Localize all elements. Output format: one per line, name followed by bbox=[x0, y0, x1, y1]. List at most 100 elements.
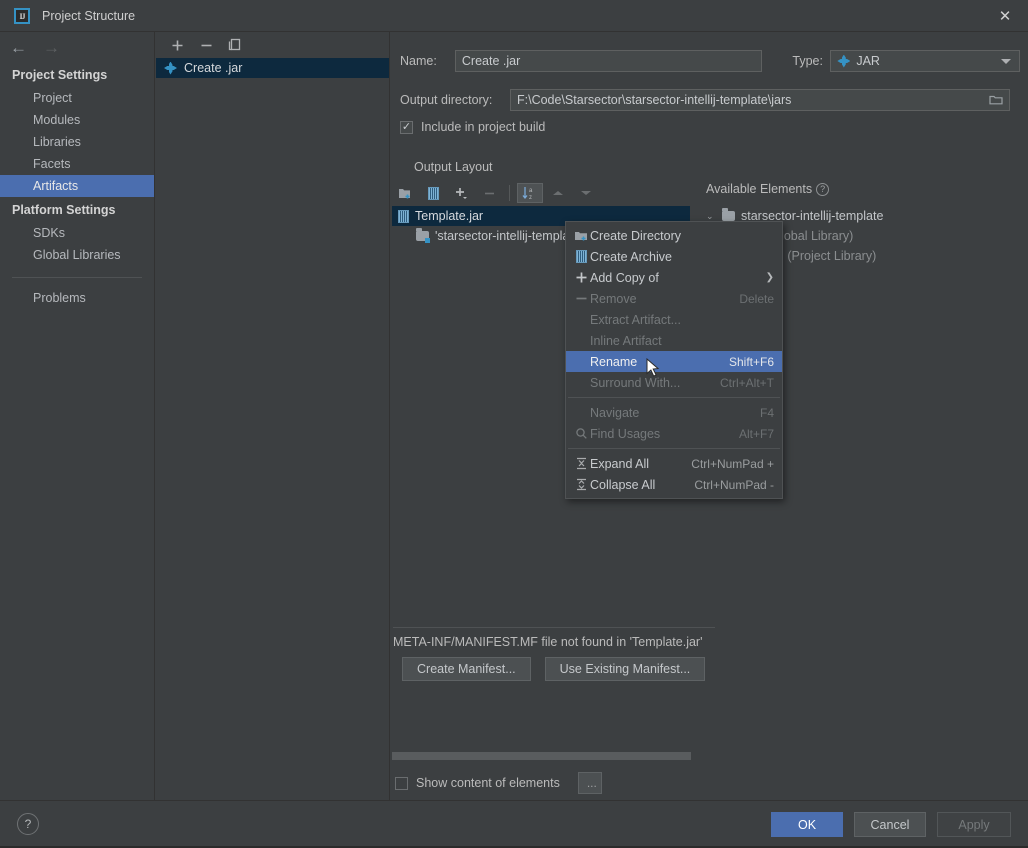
svg-text:z: z bbox=[529, 195, 532, 200]
menu-item-find-usages: Find Usages Alt+F7 bbox=[566, 423, 782, 444]
horizontal-scrollbar[interactable] bbox=[392, 752, 692, 760]
show-content-row: Show content of elements ... bbox=[395, 772, 602, 794]
settings-sidebar: ← → Project Settings Project Modules Lib… bbox=[0, 32, 155, 800]
menu-item-label: Extract Artifact... bbox=[590, 312, 681, 327]
intellij-idea-icon: IJ bbox=[14, 8, 30, 24]
create-directory-button[interactable] bbox=[392, 183, 418, 203]
move-up-button[interactable] bbox=[545, 183, 571, 203]
cancel-button[interactable]: Cancel bbox=[854, 812, 926, 837]
output-directory-label: Output directory: bbox=[400, 93, 493, 107]
menu-item-label: Create Archive bbox=[590, 249, 672, 264]
add-artifact-button[interactable] bbox=[164, 34, 190, 56]
type-select[interactable]: JAR bbox=[830, 50, 1021, 72]
minus-icon bbox=[572, 292, 590, 305]
manifest-buttons: Create Manifest... Use Existing Manifest… bbox=[402, 657, 706, 681]
folder-icon bbox=[416, 228, 430, 243]
sidebar-item-modules[interactable]: Modules bbox=[0, 109, 154, 131]
close-icon[interactable]: ✕ bbox=[982, 0, 1028, 32]
sidebar-item-facets[interactable]: Facets bbox=[0, 153, 154, 175]
menu-item-inline-artifact: Inline Artifact bbox=[566, 330, 782, 351]
menu-item-create-archive[interactable]: Create Archive bbox=[566, 246, 782, 267]
plus-icon bbox=[572, 271, 590, 284]
chevron-down-icon[interactable]: ⌄ bbox=[706, 211, 716, 222]
output-directory-row: Output directory: F:\Code\Starsector\sta… bbox=[400, 88, 1020, 112]
remove-button[interactable] bbox=[476, 183, 502, 203]
window-title: Project Structure bbox=[42, 9, 136, 23]
menu-item-create-directory[interactable]: Create Directory bbox=[566, 225, 782, 246]
menu-item-add-copy-of[interactable]: Add Copy of ❯ bbox=[566, 267, 782, 288]
artifact-list-panel: Create .jar bbox=[156, 32, 390, 800]
title-bar: IJ Project Structure ✕ bbox=[0, 0, 1028, 32]
menu-item-label: Remove bbox=[590, 291, 637, 306]
name-input[interactable]: Create .jar bbox=[454, 50, 763, 72]
move-down-button[interactable] bbox=[573, 183, 599, 203]
sidebar-group-platform-settings: Platform Settings bbox=[12, 203, 116, 217]
expand-all-icon bbox=[572, 457, 590, 470]
name-row: Name: Create .jar Type: JAR bbox=[400, 50, 1021, 72]
menu-item-label: Add Copy of bbox=[590, 270, 659, 285]
tree-node-label: Template.jar bbox=[415, 209, 484, 223]
search-icon bbox=[572, 427, 590, 440]
copy-artifact-button[interactable] bbox=[222, 34, 248, 56]
chevron-down-icon bbox=[1001, 59, 1012, 64]
show-content-checkbox[interactable] bbox=[395, 776, 408, 790]
available-elements-header: Available Elements ? bbox=[706, 182, 830, 196]
use-existing-manifest-button[interactable]: Use Existing Manifest... bbox=[544, 657, 706, 681]
available-elements-title: Available Elements bbox=[706, 182, 813, 196]
menu-item-label: Collapse All bbox=[590, 477, 656, 492]
more-options-button[interactable]: ... bbox=[577, 772, 602, 794]
scrollbar-thumb[interactable] bbox=[392, 752, 691, 760]
include-in-build-label: Include in project build bbox=[421, 120, 546, 134]
help-button[interactable]: ? bbox=[17, 813, 39, 835]
menu-item-rename[interactable]: Rename Shift+F6 bbox=[566, 351, 782, 372]
type-value: JAR bbox=[856, 54, 880, 68]
mouse-cursor-icon bbox=[646, 357, 660, 382]
output-layout-toolbar: a z bbox=[392, 182, 692, 204]
create-manifest-button[interactable]: Create Manifest... bbox=[402, 657, 531, 681]
archive-icon bbox=[427, 186, 439, 200]
svg-text:a: a bbox=[529, 188, 533, 194]
sort-button[interactable]: a z bbox=[517, 183, 543, 203]
context-menu: Create Directory Create Archive Add Copy… bbox=[565, 221, 783, 499]
sidebar-item-project[interactable]: Project bbox=[0, 87, 154, 109]
sidebar-item-problems[interactable]: Problems bbox=[0, 287, 154, 309]
output-directory-input[interactable]: F:\Code\Starsector\starsector-intellij-t… bbox=[510, 89, 1010, 111]
question-mark-icon[interactable]: ? bbox=[816, 182, 830, 196]
artifact-list-body: Create .jar bbox=[156, 58, 389, 800]
create-archive-button[interactable] bbox=[420, 183, 446, 203]
project-structure-dialog: IJ Project Structure ✕ ← → Project Setti… bbox=[0, 0, 1028, 848]
menu-item-remove: Remove Delete bbox=[566, 288, 782, 309]
menu-item-shortcut: Ctrl+NumPad - bbox=[694, 477, 774, 492]
type-label: Type: bbox=[792, 54, 823, 68]
ok-button[interactable]: OK bbox=[771, 812, 843, 837]
menu-item-shortcut: Ctrl+NumPad + bbox=[691, 456, 774, 471]
artifact-name: Create .jar bbox=[184, 61, 243, 75]
list-item[interactable]: Create .jar bbox=[156, 58, 389, 78]
archive-icon bbox=[572, 250, 590, 263]
menu-divider bbox=[568, 448, 780, 449]
folder-browse-icon[interactable] bbox=[989, 93, 1003, 108]
menu-item-label: Inline Artifact bbox=[590, 333, 662, 348]
sidebar-item-global-libraries[interactable]: Global Libraries bbox=[0, 244, 154, 266]
menu-item-collapse-all[interactable]: Collapse All Ctrl+NumPad - bbox=[566, 474, 782, 495]
menu-item-extract-artifact: Extract Artifact... bbox=[566, 309, 782, 330]
collapse-all-icon bbox=[572, 478, 590, 491]
add-copy-button[interactable] bbox=[448, 183, 474, 203]
forward-arrow-icon[interactable]: → bbox=[43, 39, 60, 56]
remove-artifact-button[interactable] bbox=[193, 34, 219, 56]
menu-item-shortcut: Delete bbox=[739, 291, 774, 306]
sidebar-item-libraries[interactable]: Libraries bbox=[0, 131, 154, 153]
include-in-build-checkbox[interactable]: ✓ bbox=[400, 120, 413, 134]
menu-item-expand-all[interactable]: Expand All Ctrl+NumPad + bbox=[566, 453, 782, 474]
back-arrow-icon[interactable]: ← bbox=[10, 39, 27, 56]
menu-item-surround-with: Surround With... Ctrl+Alt+T bbox=[566, 372, 782, 393]
sidebar-item-sdks[interactable]: SDKs bbox=[0, 222, 154, 244]
jar-icon bbox=[837, 55, 850, 68]
include-in-build-row[interactable]: ✓ Include in project build bbox=[400, 120, 545, 134]
folder-add-icon bbox=[572, 230, 590, 242]
menu-item-label: Navigate bbox=[590, 405, 640, 420]
sidebar-item-artifacts[interactable]: Artifacts bbox=[0, 175, 154, 197]
name-label: Name: bbox=[400, 54, 437, 68]
nav-arrows: ← → bbox=[0, 32, 154, 62]
sidebar-divider bbox=[12, 277, 142, 278]
